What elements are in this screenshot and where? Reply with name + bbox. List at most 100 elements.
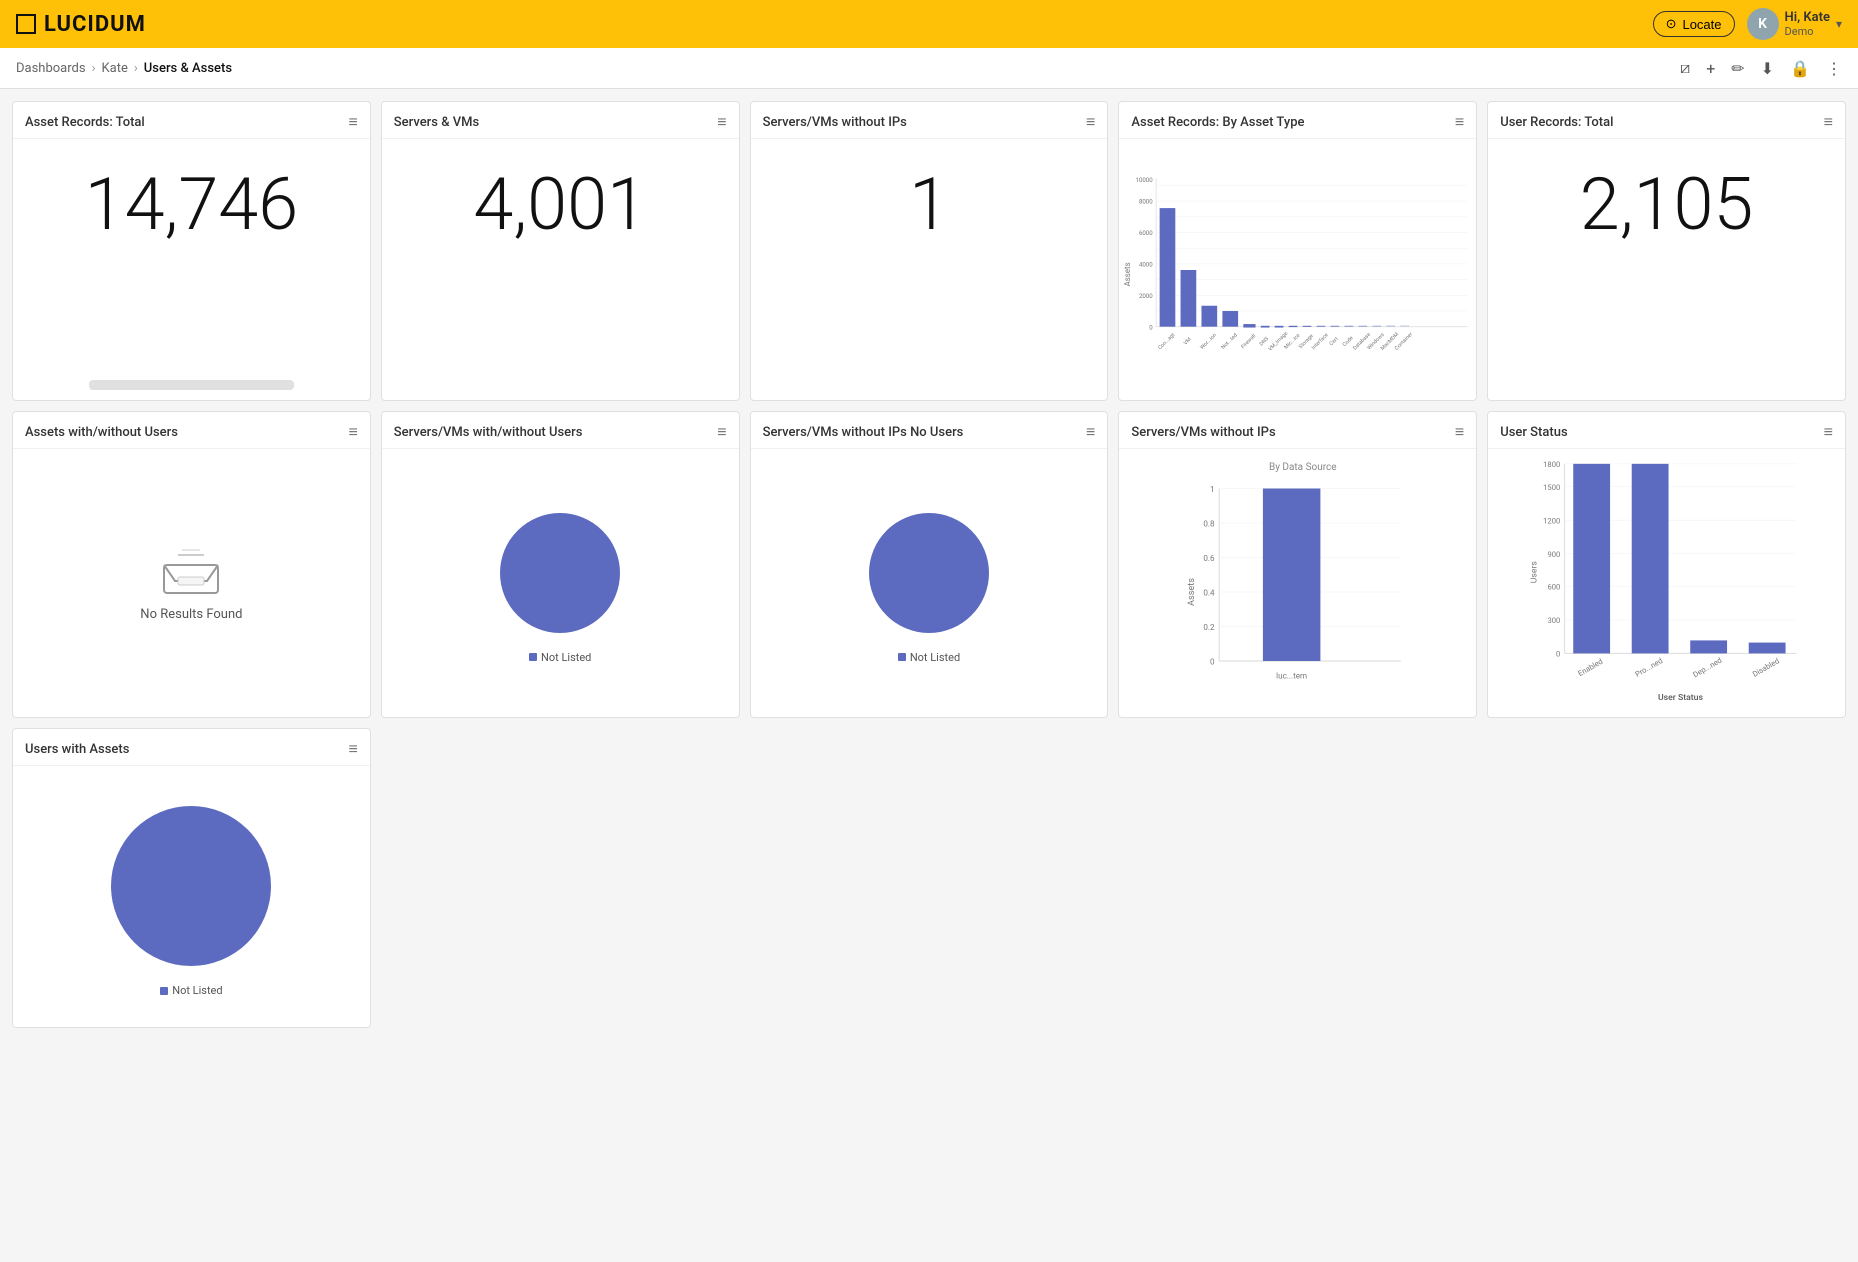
pie-chart-large: Not Listed bbox=[25, 778, 358, 1015]
widget-title: Assets with/without Users bbox=[25, 425, 178, 440]
widget-servers-vms-with-without-users: Servers/VMs with/without Users ≡ Not Lis… bbox=[381, 411, 740, 718]
widget-title: Servers/VMs without IPs No Users bbox=[763, 425, 964, 440]
user-menu[interactable]: K Hi, Kate Demo ▾ bbox=[1747, 8, 1842, 40]
widget-body: 1 bbox=[751, 139, 1108, 400]
widget-menu-icon[interactable]: ≡ bbox=[717, 112, 726, 132]
svg-text:300: 300 bbox=[1548, 616, 1561, 625]
widget-header: Servers/VMs with/without Users ≡ bbox=[382, 412, 739, 449]
widget-title: Servers & VMs bbox=[394, 115, 479, 130]
breadcrumb-sep2: › bbox=[134, 61, 138, 76]
widget-title: User Status bbox=[1500, 425, 1567, 440]
pie-chart: Not Listed bbox=[763, 461, 1096, 705]
download-icon[interactable]: ⬇ bbox=[1761, 59, 1774, 78]
header: LUCIDUM ⊙ Locate K Hi, Kate Demo ▾ bbox=[0, 0, 1858, 48]
widget-header: Servers & VMs ≡ bbox=[382, 102, 739, 139]
logo: LUCIDUM bbox=[16, 12, 146, 37]
widget-menu-icon[interactable]: ≡ bbox=[1086, 422, 1095, 442]
widget-menu-icon[interactable]: ≡ bbox=[1086, 112, 1095, 132]
widget-title: User Records: Total bbox=[1500, 115, 1613, 130]
no-results: No Results Found bbox=[140, 545, 242, 622]
widget-title: Servers/VMs without IPs bbox=[1131, 425, 1275, 440]
pie-label: Not Listed bbox=[529, 651, 591, 664]
header-right: ⊙ Locate K Hi, Kate Demo ▾ bbox=[1653, 8, 1842, 40]
svg-text:Cert: Cert bbox=[1329, 335, 1340, 346]
widget-menu-icon[interactable]: ≡ bbox=[348, 422, 357, 442]
widget-body: 2,105 bbox=[1488, 139, 1845, 400]
big-number-value: 14,746 bbox=[85, 169, 299, 241]
svg-text:Interface: Interface bbox=[1310, 331, 1330, 351]
legend-dot bbox=[160, 987, 168, 995]
widget-menu-icon[interactable]: ≡ bbox=[348, 739, 357, 759]
no-results-text: No Results Found bbox=[140, 607, 242, 622]
svg-text:Enabled: Enabled bbox=[1577, 657, 1605, 678]
svg-text:luc...tem: luc...tem bbox=[1277, 671, 1308, 680]
widget-asset-records-total: Asset Records: Total ≡ 14,746 bbox=[12, 101, 371, 401]
svg-text:0: 0 bbox=[1210, 657, 1215, 666]
svg-text:900: 900 bbox=[1548, 550, 1561, 559]
breadcrumb-bar: Dashboards › Kate › Users & Assets ⧄ + ✏… bbox=[0, 48, 1858, 89]
widget-body: No Results Found bbox=[13, 449, 370, 717]
edit-icon[interactable]: ✏ bbox=[1731, 59, 1744, 78]
pie-label: Not Listed bbox=[898, 651, 960, 664]
widget-title: Servers/VMs without IPs bbox=[763, 115, 907, 130]
widget-menu-icon[interactable]: ≡ bbox=[717, 422, 726, 442]
widget-title: Users with Assets bbox=[25, 742, 129, 757]
svg-text:Firewall: Firewall bbox=[1241, 333, 1258, 350]
svg-text:Wor...ion: Wor...ion bbox=[1200, 332, 1219, 351]
breadcrumb-dashboards[interactable]: Dashboards bbox=[16, 61, 86, 76]
user-status-bar-chart: Users 0 300 600 900 bbox=[1492, 453, 1841, 713]
filter-icon[interactable]: ⧄ bbox=[1680, 58, 1690, 78]
big-number-value: 2,105 bbox=[1580, 169, 1754, 241]
widget-body: Assets 0 2000 4000 bbox=[1119, 139, 1476, 400]
widget-servers-vms-no-ips: Servers/VMs without IPs ≡ 1 bbox=[750, 101, 1109, 401]
svg-text:0.8: 0.8 bbox=[1204, 519, 1216, 528]
widget-title: Asset Records: By Asset Type bbox=[1131, 115, 1304, 130]
logo-box bbox=[16, 14, 36, 34]
svg-text:Con...agt: Con...agt bbox=[1158, 331, 1177, 350]
svg-text:10000: 10000 bbox=[1136, 176, 1154, 183]
pie-legend-text: Not Listed bbox=[910, 651, 960, 664]
svg-text:Assets: Assets bbox=[1123, 262, 1132, 286]
avatar: K bbox=[1747, 8, 1779, 40]
svg-text:0: 0 bbox=[1150, 324, 1154, 331]
widget-user-status: User Status ≡ Users bbox=[1487, 411, 1846, 718]
pie-legend-text: Not Listed bbox=[172, 984, 222, 997]
svg-text:DNS: DNS bbox=[1259, 335, 1270, 346]
scroll-bar[interactable] bbox=[89, 380, 293, 390]
big-number-value: 1 bbox=[909, 169, 949, 241]
svg-text:Not...ted: Not...ted bbox=[1221, 332, 1239, 350]
svg-text:0.4: 0.4 bbox=[1204, 588, 1216, 597]
locate-label: Locate bbox=[1682, 17, 1721, 32]
lock-icon[interactable]: 🔒 bbox=[1790, 59, 1810, 78]
widget-header: User Status ≡ bbox=[1488, 412, 1845, 449]
pie-label: Not Listed bbox=[160, 984, 222, 997]
breadcrumb-kate[interactable]: Kate bbox=[102, 61, 128, 76]
add-icon[interactable]: + bbox=[1706, 59, 1715, 78]
widget-menu-icon[interactable]: ≡ bbox=[1455, 112, 1464, 132]
more-options-icon[interactable]: ⋮ bbox=[1826, 59, 1842, 78]
widget-users-with-assets: Users with Assets ≡ Not Listed bbox=[12, 728, 371, 1028]
locate-button[interactable]: ⊙ Locate bbox=[1653, 11, 1735, 37]
widget-asset-records-by-type: Asset Records: By Asset Type ≡ Assets bbox=[1118, 101, 1477, 401]
widget-menu-icon[interactable]: ≡ bbox=[1824, 112, 1833, 132]
locate-icon: ⊙ bbox=[1666, 16, 1677, 32]
svg-text:User Status: User Status bbox=[1658, 693, 1703, 703]
widget-menu-icon[interactable]: ≡ bbox=[348, 112, 357, 132]
pie-legend-text: Not Listed bbox=[541, 651, 591, 664]
widget-menu-icon[interactable]: ≡ bbox=[1824, 422, 1833, 442]
svg-text:1500: 1500 bbox=[1543, 483, 1560, 492]
svg-text:Assets: Assets bbox=[1186, 577, 1197, 605]
legend-dot bbox=[898, 653, 906, 661]
widget-servers-vms-no-ips-datasource: Servers/VMs without IPs ≡ By Data Source… bbox=[1118, 411, 1477, 718]
toolbar-icons: ⧄ + ✏ ⬇ 🔒 ⋮ bbox=[1680, 58, 1842, 78]
svg-text:0: 0 bbox=[1556, 650, 1560, 659]
widget-title: Servers/VMs with/without Users bbox=[394, 425, 583, 440]
datasource-bar-chart: Assets 0 0.2 0.4 0.6 0.8 1 bbox=[1123, 477, 1472, 707]
dashboard: Asset Records: Total ≡ 14,746 Servers & … bbox=[0, 89, 1858, 1040]
svg-text:VM: VM bbox=[1183, 336, 1193, 346]
widget-header: Servers/VMs without IPs ≡ bbox=[751, 102, 1108, 139]
widget-header: Users with Assets ≡ bbox=[13, 729, 370, 766]
svg-text:0.6: 0.6 bbox=[1204, 553, 1216, 562]
svg-text:Disabled: Disabled bbox=[1751, 656, 1781, 678]
widget-menu-icon[interactable]: ≡ bbox=[1455, 422, 1464, 442]
